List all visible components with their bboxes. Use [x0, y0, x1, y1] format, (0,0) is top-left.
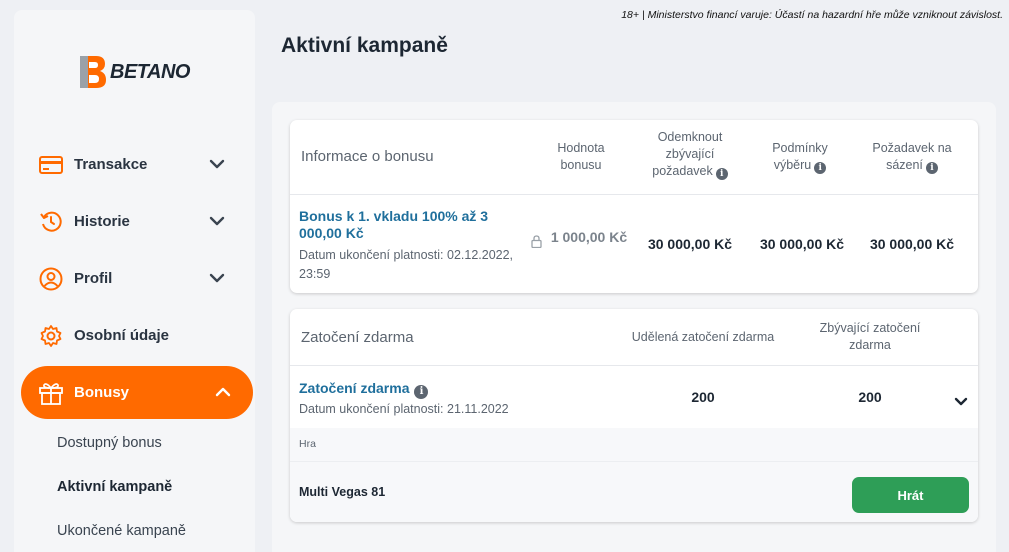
- free-spins-name[interactable]: Zatočení zdarma i: [299, 380, 429, 399]
- chevron-down-icon: [209, 213, 225, 231]
- sidebar: BETANO Transakce Historie Profil Osobní …: [14, 10, 255, 552]
- granted-spins-value: 200: [691, 389, 715, 405]
- chevron-down-icon: [209, 270, 225, 288]
- sidebar-nav: Transakce Historie Profil Osobní údaje B…: [14, 136, 255, 552]
- bonus-row: Bonus k 1. vkladu 100% až 3 000,00 Kč Da…: [290, 195, 978, 293]
- betano-logo-mark-icon: [76, 52, 108, 92]
- sidebar-item-label: Bonusy: [74, 384, 130, 401]
- page-title: Aktivní kampaně: [281, 34, 448, 57]
- user-icon: [38, 266, 64, 292]
- bonus-value: 1 000,00 Kč: [550, 229, 628, 245]
- header-remaining-spins: Zbývající zatočení zdarma: [819, 321, 921, 352]
- bonus-card: Informace o bonusu Hodnota bonusu Odemkn…: [290, 120, 978, 293]
- free-spins-card: Zatočení zdarma Udělená zatočení zdarma …: [290, 309, 978, 522]
- betano-logo[interactable]: BETANO: [76, 52, 190, 92]
- free-spins-row[interactable]: Zatočení zdarma i Datum ukončení platnost…: [290, 366, 978, 428]
- sidebar-item-bonusy[interactable]: Bonusy: [21, 366, 253, 419]
- free-spins-name-text: Zatočení zdarma: [299, 380, 410, 396]
- header-withdraw-conditions: Podmínky výběru i: [760, 140, 840, 174]
- gambling-disclaimer: 18+ | Ministerstvo financí varuje: Účast…: [621, 9, 1003, 21]
- sidebar-item-historie[interactable]: Historie: [14, 193, 255, 250]
- chevron-up-icon: [215, 384, 231, 402]
- info-icon[interactable]: i: [715, 168, 728, 180]
- info-icon[interactable]: i: [414, 385, 429, 399]
- header-granted-spins: Udělená zatočení zdarma: [631, 330, 775, 344]
- info-icon[interactable]: i: [925, 162, 938, 174]
- header-free-spins: Zatočení zdarma: [301, 329, 414, 346]
- bonus-table-header: Informace o bonusu Hodnota bonusu Odemkn…: [290, 120, 978, 195]
- subnav-item-ukoncene-kampane[interactable]: Ukončené kampaně: [57, 509, 255, 552]
- header-bonus-value: Hodnota bonusu: [557, 141, 605, 172]
- gear-icon: [38, 323, 64, 349]
- header-label: Požadavek na sázení: [872, 141, 952, 172]
- game-label-row: Hra: [290, 428, 978, 462]
- wager-requirement-value: 30 000,00 Kč: [869, 236, 955, 252]
- sidebar-item-transakce[interactable]: Transakce: [14, 136, 255, 193]
- game-row: Multi Vegas 81 Hrát: [290, 462, 978, 522]
- gift-icon: [38, 380, 64, 406]
- chevron-down-icon: [209, 156, 225, 174]
- subnav-item-dostupny-bonus[interactable]: Dostupný bonus: [57, 421, 255, 465]
- main-panel: Informace o bonusu Hodnota bonusu Odemkn…: [272, 102, 996, 552]
- free-spins-header: Zatočení zdarma Udělená zatočení zdarma …: [290, 309, 978, 366]
- unlock-remaining-value: 30 000,00 Kč: [647, 236, 733, 252]
- header-wager-requirement: Požadavek na sázení i: [864, 140, 960, 174]
- header-unlock-remaining: Odemknout zbývající požadavek i: [642, 129, 738, 180]
- bonus-expiry: Datum ukončení platnosti: 02.12.2022, 23…: [299, 248, 514, 281]
- info-icon[interactable]: i: [814, 162, 827, 174]
- game-name: Multi Vegas 81: [299, 485, 386, 499]
- sidebar-item-label: Historie: [74, 213, 130, 230]
- game-label: Hra: [299, 438, 316, 450]
- card-icon: [38, 152, 64, 178]
- remaining-spins-value: 200: [858, 389, 882, 405]
- history-icon: [38, 209, 64, 235]
- sidebar-item-label: Osobní údaje: [74, 327, 170, 344]
- sidebar-item-osobni-udaje[interactable]: Osobní údaje: [14, 307, 255, 364]
- betano-logo-text: BETANO: [110, 60, 190, 83]
- sidebar-item-profil[interactable]: Profil: [14, 250, 255, 307]
- chevron-down-icon[interactable]: [954, 393, 968, 411]
- header-label: Odemknout zbývající požadavek: [652, 130, 723, 178]
- withdraw-conditions-value: 30 000,00 Kč: [759, 236, 845, 252]
- sidebar-item-label: Transakce: [74, 156, 148, 173]
- subnav-item-aktivni-kampane[interactable]: Aktivní kampaně: [57, 465, 255, 509]
- lock-icon: [531, 235, 542, 253]
- bonus-subnav: Dostupný bonus Aktivní kampaně Ukončené …: [14, 421, 255, 552]
- sidebar-item-label: Profil: [74, 270, 113, 287]
- header-bonus-info: Informace o bonusu: [301, 148, 434, 165]
- bonus-name-link[interactable]: Bonus k 1. vkladu 100% až 3 000,00 Kč: [299, 208, 514, 242]
- play-button[interactable]: Hrát: [852, 477, 969, 513]
- free-spins-expiry: Datum ukončení platnosti: 21.11.2022: [299, 402, 509, 416]
